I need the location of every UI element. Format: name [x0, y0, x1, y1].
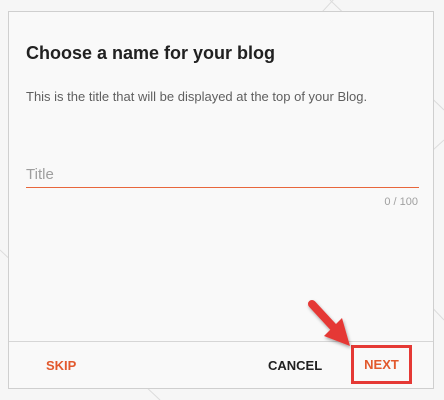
- dialog-description: This is the title that will be displayed…: [26, 89, 368, 104]
- footer-divider: [9, 341, 433, 342]
- character-counter: 0 / 100: [384, 196, 418, 208]
- skip-button[interactable]: SKIP: [46, 358, 76, 373]
- page: SEOBUDDY WWW.SEOBUDDY.COM Choose a name …: [0, 0, 444, 400]
- next-button[interactable]: NEXT: [354, 348, 409, 381]
- dialog-title: Choose a name for your blog: [26, 43, 276, 63]
- blog-title-input[interactable]: [26, 162, 419, 188]
- cancel-button[interactable]: CANCEL: [268, 358, 322, 373]
- blog-name-dialog: Choose a name for your blog This is the …: [8, 11, 434, 389]
